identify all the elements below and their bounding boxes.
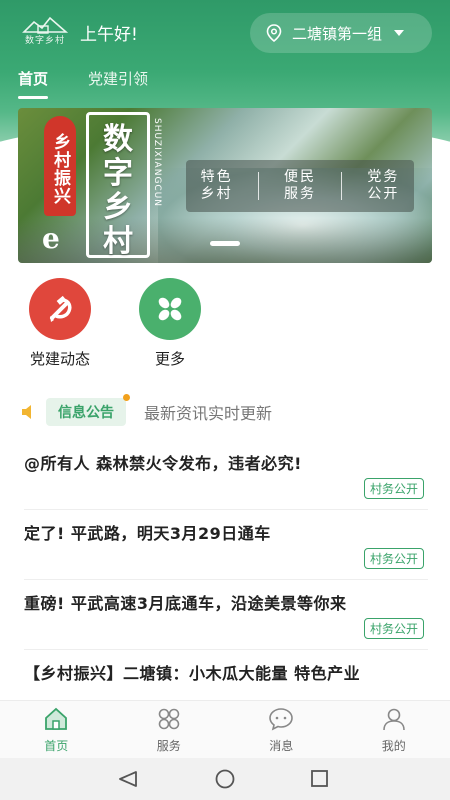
logo-text: 数字乡村: [24, 36, 65, 46]
nav-home[interactable]: 首页: [0, 701, 113, 758]
home-button-icon[interactable]: [215, 769, 235, 789]
quick-link-label: 更多: [154, 350, 185, 368]
chevron-down-icon: [394, 30, 405, 36]
news-title: 定了! 平武路，明天3月29日通车: [24, 524, 271, 543]
news-title: @所有人 森林禁火令发布，违者必究!: [24, 454, 302, 473]
notice-dot: [123, 394, 130, 401]
location-text: 二塘镇第一组: [292, 24, 383, 43]
nav-messages[interactable]: 消息: [225, 701, 338, 758]
nav-label: 首页: [44, 739, 69, 753]
system-nav-bar: [0, 758, 450, 800]
quick-link-party-news[interactable]: 党建动态: [15, 278, 105, 369]
feature-convenience-service: 便民服务: [283, 169, 316, 202]
telecom-logo-icon: e: [42, 222, 60, 255]
news-title: 【乡村振兴】二塘镇：小木瓜大能量 特色产业: [24, 664, 361, 683]
feature-party-affairs: 党务公开: [367, 169, 400, 202]
tab-party-guide[interactable]: 党建引领: [88, 68, 148, 99]
news-category-badge: 村务公开: [363, 548, 424, 569]
banner-feature-bar: 特色乡村 便民服务 党务公开: [186, 160, 414, 212]
list-item[interactable]: @所有人 森林禁火令发布，违者必究! 村务公开: [24, 440, 428, 510]
news-title: 重磅! 平武高速3月底通车，沿途美景等你来: [24, 594, 347, 613]
recents-icon[interactable]: [311, 770, 328, 787]
location-selector[interactable]: 二塘镇第一组: [250, 13, 432, 53]
location-pin-icon: [266, 24, 282, 42]
notice-tag: 信息公告: [46, 394, 130, 426]
notice-tag-label: 信息公告: [58, 405, 114, 421]
app-logo: 数字乡村: [20, 14, 70, 46]
user-icon: [382, 708, 405, 731]
notice-subtitle: 最新资讯实时更新: [144, 404, 273, 423]
divider: [257, 172, 259, 200]
hero-banner[interactable]: 乡村振兴 数字乡村 SHUZIXIANGCUN e 特色乡村 便民服务 党务公开: [18, 108, 432, 263]
nav-label: 服务: [156, 739, 181, 753]
home-icon: [45, 707, 68, 730]
quick-links: 党建动态 更多: [0, 278, 450, 368]
banner-slogan-vertical: 乡村振兴: [44, 116, 76, 216]
back-icon[interactable]: [119, 771, 137, 787]
carousel-indicator[interactable]: [210, 241, 240, 246]
banner-slogan-pinyin: SHUZIXIANGCUN: [152, 118, 162, 208]
bottom-nav: 首页 服务 消息 我的: [0, 700, 450, 758]
news-category-badge: 村务公开: [363, 618, 424, 639]
banner-slogan-main: 数字乡村: [86, 112, 150, 259]
news-category-badge: 村务公开: [363, 478, 424, 499]
notice-bar: 信息公告 最新资讯实时更新: [20, 394, 430, 429]
clover-icon: [139, 278, 201, 340]
message-icon: [269, 708, 294, 731]
news-list: @所有人 森林禁火令发布，违者必究! 村务公开 定了! 平武路，明天3月29日通…: [24, 440, 428, 720]
divider: [341, 172, 343, 200]
top-tabs: 首页 党建引领: [18, 68, 148, 99]
tab-home[interactable]: 首页: [18, 68, 49, 99]
nav-label: 我的: [381, 739, 406, 753]
feature-special-village: 特色乡村: [200, 169, 233, 202]
list-item[interactable]: 定了! 平武路，明天3月29日通车 村务公开: [24, 510, 428, 580]
party-emblem-icon: [29, 278, 91, 340]
greeting-text: 上午好!: [80, 25, 138, 45]
quick-link-more[interactable]: 更多: [125, 278, 215, 369]
quick-link-label: 党建动态: [29, 350, 90, 368]
grid-icon: [158, 708, 180, 730]
list-item[interactable]: 重磅! 平武高速3月底通车，沿途美景等你来 村务公开: [24, 580, 428, 650]
nav-label: 消息: [269, 739, 294, 753]
nav-service[interactable]: 服务: [113, 701, 226, 758]
speaker-icon: [22, 405, 31, 419]
nav-profile[interactable]: 我的: [338, 701, 450, 758]
